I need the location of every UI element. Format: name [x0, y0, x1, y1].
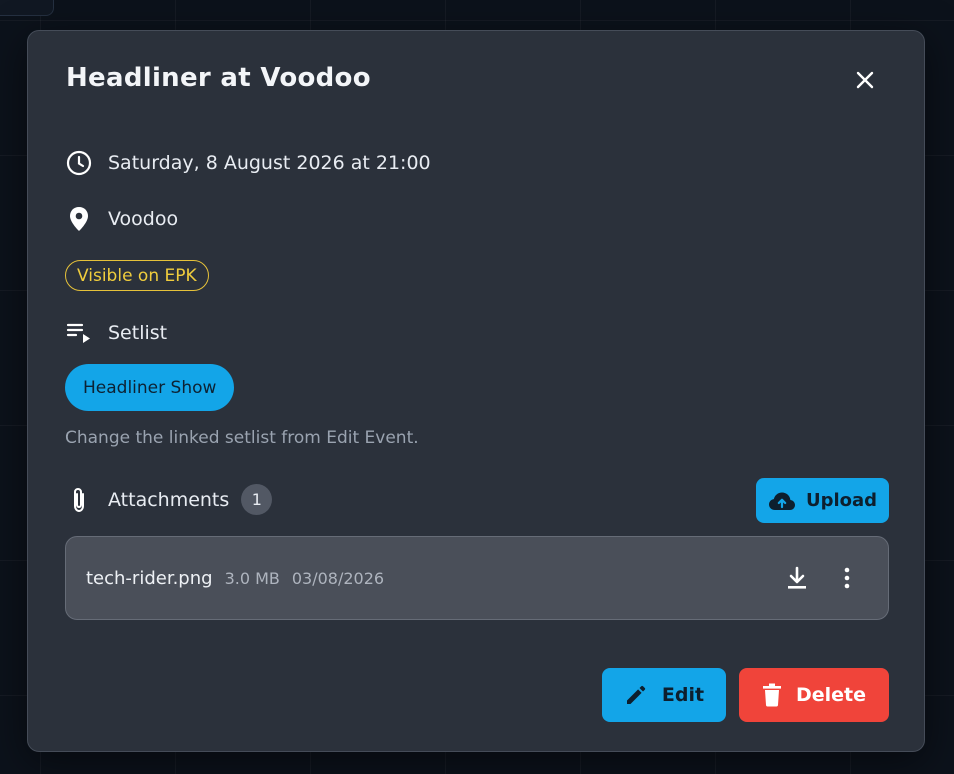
setlist-header-row: Setlist [66, 320, 167, 346]
attachment-file-name: tech-rider.png [86, 567, 213, 589]
event-datetime-row: Saturday, 8 August 2026 at 21:00 [66, 150, 431, 176]
attachments-count-badge: 1 [241, 484, 273, 515]
download-button[interactable] [784, 565, 810, 591]
epk-visibility-badge: Visible on EPK [65, 260, 209, 291]
close-icon [855, 70, 875, 90]
trash-icon [762, 683, 782, 707]
delete-label: Delete [795, 684, 867, 706]
event-venue: Voodoo [108, 208, 179, 230]
location-pin-icon [66, 206, 92, 232]
attachment-actions [784, 565, 860, 591]
event-venue-row: Voodoo [66, 206, 178, 232]
attachments-label: Attachments [108, 488, 230, 511]
download-icon [786, 566, 808, 590]
setlist-hint: Change the linked setlist from Edit Even… [65, 428, 419, 448]
more-options-button[interactable] [834, 565, 860, 591]
linked-setlist-chip[interactable]: Headliner Show [65, 364, 235, 411]
more-vert-icon [844, 567, 850, 589]
upload-button[interactable]: Upload [756, 478, 889, 523]
setlist-label: Setlist [108, 322, 168, 344]
event-details-dialog: Headliner at Voodoo Saturday, 8 August 2… [27, 30, 925, 752]
background-element [0, 0, 54, 16]
pencil-icon [624, 683, 648, 707]
attachment-file-date: 03/08/2026 [291, 568, 385, 588]
edit-label: Edit [661, 684, 705, 706]
close-button[interactable] [852, 67, 878, 93]
upload-label: Upload [805, 490, 878, 511]
dialog-title: Headliner at Voodoo [66, 63, 371, 93]
playlist-icon [66, 320, 92, 346]
delete-button[interactable]: Delete [739, 668, 889, 722]
cloud-upload-icon [768, 491, 796, 511]
attachment-list-item[interactable]: tech-rider.png 3.0 MB 03/08/2026 [65, 536, 889, 620]
attachments-header-row: Attachments 1 [66, 484, 273, 515]
edit-button[interactable]: Edit [602, 668, 726, 722]
attachment-file-size: 3.0 MB [224, 568, 280, 588]
event-datetime: Saturday, 8 August 2026 at 21:00 [108, 152, 431, 174]
clock-icon [66, 150, 92, 176]
paperclip-icon [66, 487, 92, 513]
